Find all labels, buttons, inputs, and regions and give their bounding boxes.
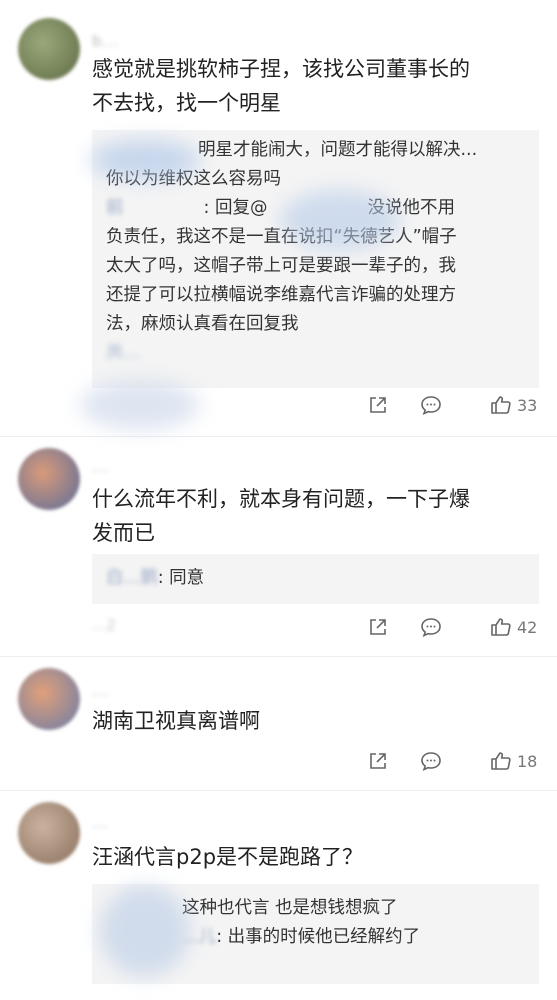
comment-text-line: 汪涵代言p2p是不是跑路了？: [92, 845, 364, 869]
comment-text-line: 发而已: [92, 521, 155, 545]
like-button[interactable]: 42: [489, 612, 539, 642]
forward-button[interactable]: [367, 746, 389, 776]
divider: [0, 790, 557, 791]
username[interactable]: ...: [92, 458, 109, 476]
comment-text: 湖南卫视真离谱啊: [92, 704, 537, 738]
comment-text: 什么流年不利，就本身有问题，一下子爆 发而已: [92, 482, 537, 550]
comment-button[interactable]: [419, 390, 443, 420]
timestamp: ...2: [92, 616, 116, 634]
reply-line: 太大了吗，这帽子带上可是要跟一辈子的，我: [106, 256, 456, 276]
blur-overlay: [100, 886, 190, 976]
like-count: 33: [517, 395, 538, 415]
avatar[interactable]: [18, 802, 80, 864]
blur-overlay: [80, 380, 200, 430]
like-button[interactable]: 18: [489, 746, 539, 776]
blur-overlay: [90, 140, 200, 180]
reply-username[interactable]: 白...鹅: [106, 568, 158, 588]
action-bar: ...2 42: [92, 612, 539, 642]
comment-button[interactable]: [419, 746, 443, 776]
comment-button[interactable]: [419, 612, 443, 642]
comment-bubble-icon: [421, 618, 441, 638]
avatar[interactable]: [18, 668, 80, 730]
comment-text: 感觉就是挑软柿子捏，该找公司董事长的 不去找，找一个明星: [92, 52, 537, 120]
thumbs-up-icon: [491, 752, 511, 770]
like-count: 42: [517, 617, 538, 637]
username[interactable]: ...: [92, 814, 109, 832]
reply-line: 白...鹅: 同意: [106, 568, 205, 588]
divider: [0, 656, 557, 657]
like-count: 18: [517, 751, 538, 771]
action-bar: 18: [92, 746, 539, 776]
username[interactable]: ...: [92, 682, 109, 700]
share-square-icon: [370, 397, 386, 413]
comment-text-line: 什么流年不利，就本身有问题，一下子爆: [92, 487, 470, 511]
username[interactable]: b...: [92, 32, 120, 50]
comment-bubble-icon: [421, 752, 441, 772]
avatar[interactable]: [18, 18, 80, 80]
thumbs-up-icon: [491, 618, 511, 636]
share-square-icon: [370, 619, 386, 635]
comment-text-line: 感觉就是挑软柿子捏，该找公司董事长的: [92, 57, 470, 81]
comment-text: 汪涵代言p2p是不是跑路了？: [92, 840, 537, 874]
view-more-replies-link[interactable]: 共...: [106, 339, 525, 368]
avatar[interactable]: [18, 448, 80, 510]
reply-line: 法，麻烦认真看在回复我: [106, 314, 299, 334]
divider: [0, 436, 557, 437]
comment-text-line: 湖南卫视真离谱啊: [92, 709, 260, 733]
blur-overlay: [280, 190, 400, 250]
reply-username[interactable]: 前: [106, 198, 124, 218]
reply-line: 还提了可以拉横幅说李维嘉代言诈骗的处理方: [106, 285, 456, 305]
thumbs-up-icon: [491, 396, 511, 414]
comment-bubble-icon: [421, 396, 441, 416]
forward-button[interactable]: [367, 612, 389, 642]
like-button[interactable]: 33: [489, 390, 539, 420]
forward-button[interactable]: [367, 390, 389, 420]
comment-text-line: 不去找，找一个明星: [92, 91, 281, 115]
reply-box[interactable]: 白...鹅: 同意: [92, 554, 539, 604]
share-square-icon: [370, 753, 386, 769]
